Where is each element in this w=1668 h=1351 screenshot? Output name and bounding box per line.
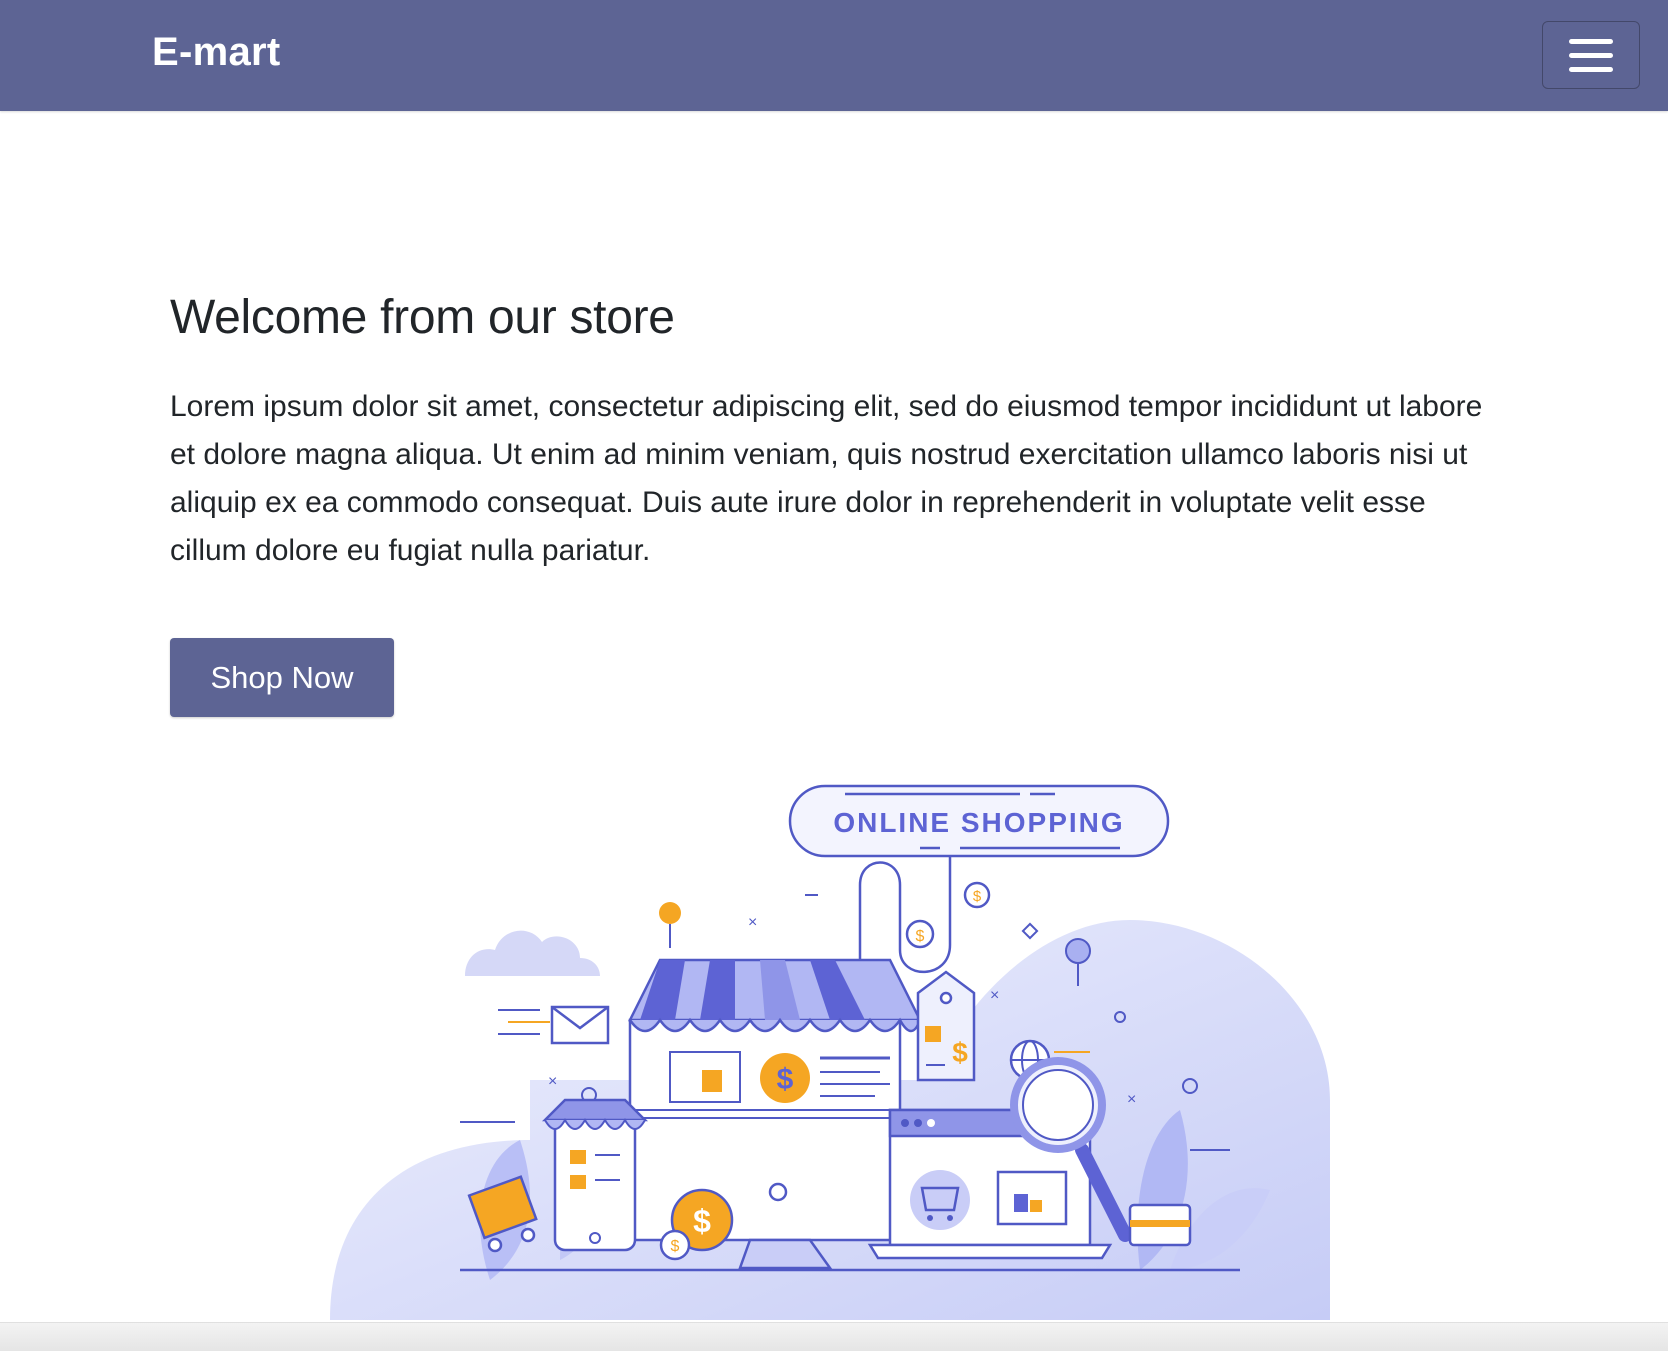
svg-text:×: ×	[1127, 1091, 1136, 1108]
svg-text:$: $	[952, 1037, 968, 1068]
hamburger-menu-icon	[1569, 38, 1613, 72]
svg-text:×: ×	[748, 914, 757, 931]
svg-text:$: $	[973, 888, 982, 905]
navbar-toggle-button[interactable]	[1542, 21, 1640, 89]
svg-text:$: $	[671, 1238, 680, 1255]
mobile-shop-illustration	[541, 1098, 649, 1252]
envelope-icon	[498, 1005, 610, 1045]
balloon-icon	[1065, 938, 1091, 964]
credit-card-icon	[1128, 1203, 1192, 1247]
online-shopping-illustration: ONLINE SHOPPING $ $ $ × × × ×	[330, 784, 1330, 1320]
cloud-icon	[465, 930, 600, 976]
coin-icon: $	[905, 919, 935, 949]
svg-text:×: ×	[990, 987, 999, 1004]
svg-text:$: $	[693, 1203, 711, 1239]
shop-now-button[interactable]: Shop Now	[170, 638, 394, 717]
price-tag-icon: $	[916, 970, 976, 1082]
online-shopping-banner: ONLINE SHOPPING	[788, 784, 1170, 858]
svg-text:$: $	[916, 928, 925, 945]
top-navbar: E-mart	[0, 0, 1668, 111]
svg-text:$: $	[777, 1063, 794, 1096]
brand-logo[interactable]: E-mart	[152, 30, 281, 75]
banner-text: ONLINE SHOPPING	[833, 807, 1124, 838]
coin-icon: $	[963, 881, 991, 909]
svg-text:×: ×	[548, 1073, 557, 1090]
window-bottom-edge	[0, 1322, 1668, 1351]
balloon-icon	[659, 902, 681, 924]
hero-description: Lorem ipsum dolor sit amet, consectetur …	[170, 390, 1483, 567]
hero-title: Welcome from our store	[170, 291, 675, 344]
